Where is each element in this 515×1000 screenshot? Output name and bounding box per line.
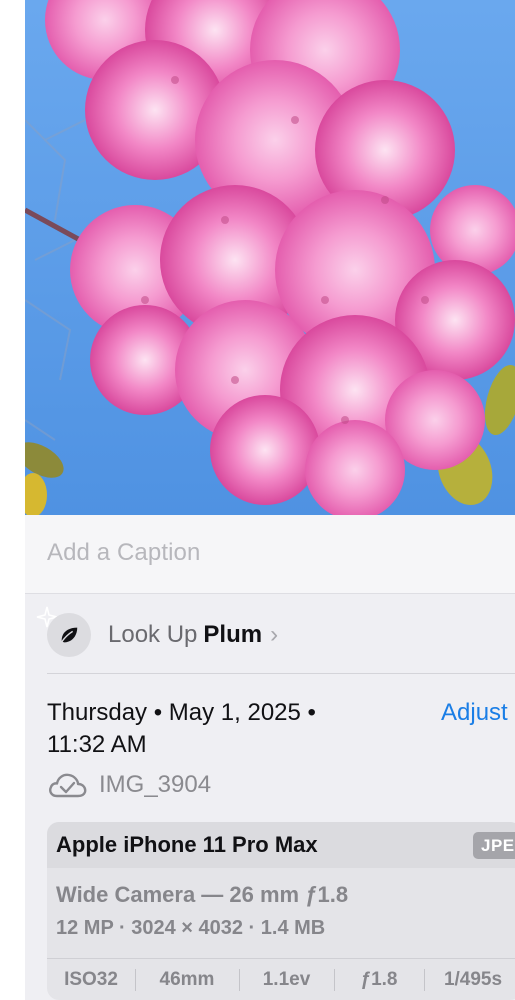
caption-field[interactable]: Add a Caption (25, 515, 515, 593)
adjust-button[interactable]: Adjust (441, 697, 508, 729)
exif-aperture: ƒ1.8 (334, 959, 424, 1000)
caption-placeholder: Add a Caption (47, 539, 201, 566)
camera-details-card: Apple iPhone 11 Pro Max JPEG Wide Camera… (47, 822, 515, 1000)
image-specs: 12 MP · 3024 × 4032 · 1.4 MB (56, 917, 326, 939)
info-panel: Look Up Plum › Thursday • May 1, 2025 • 1… (25, 593, 515, 1000)
filename: IMG_3904 (99, 771, 212, 798)
look-up-subject: Plum (203, 621, 263, 648)
photo[interactable] (25, 0, 515, 515)
format-badge: JPEG (473, 832, 515, 859)
device-name: Apple iPhone 11 Pro Max (56, 832, 318, 857)
filename-row: IMG_3904 (47, 768, 211, 802)
look-up-label: Look Up Plum (108, 621, 263, 648)
cloud-check-icon (49, 773, 87, 798)
exif-row: ISO32 46mm 1.1ev ƒ1.8 1/495s (47, 959, 515, 1000)
chevron-right-icon: › (270, 621, 279, 648)
exif-shutter-speed: 1/495s (424, 959, 515, 1000)
divider (25, 593, 515, 594)
photo-info-screen: Add a Caption Look Up Plum › Thursday • M… (0, 0, 515, 1000)
divider (47, 673, 515, 674)
lens-info: Wide Camera — 26 mm ƒ1.8 (56, 882, 349, 907)
exif-focal-length: 46mm (135, 959, 239, 1000)
camera-card-header: Apple iPhone 11 Pro Max JPEG (47, 822, 515, 868)
cherry-blossom-photo (25, 0, 515, 515)
date-time: Thursday • May 1, 2025 • 11:32 AM (47, 699, 316, 758)
look-up-button[interactable]: Look Up Plum › (47, 613, 347, 657)
exif-iso: ISO32 (64, 968, 118, 990)
exif-exposure-value: 1.1ev (239, 959, 334, 1000)
leaf-icon (47, 613, 91, 657)
